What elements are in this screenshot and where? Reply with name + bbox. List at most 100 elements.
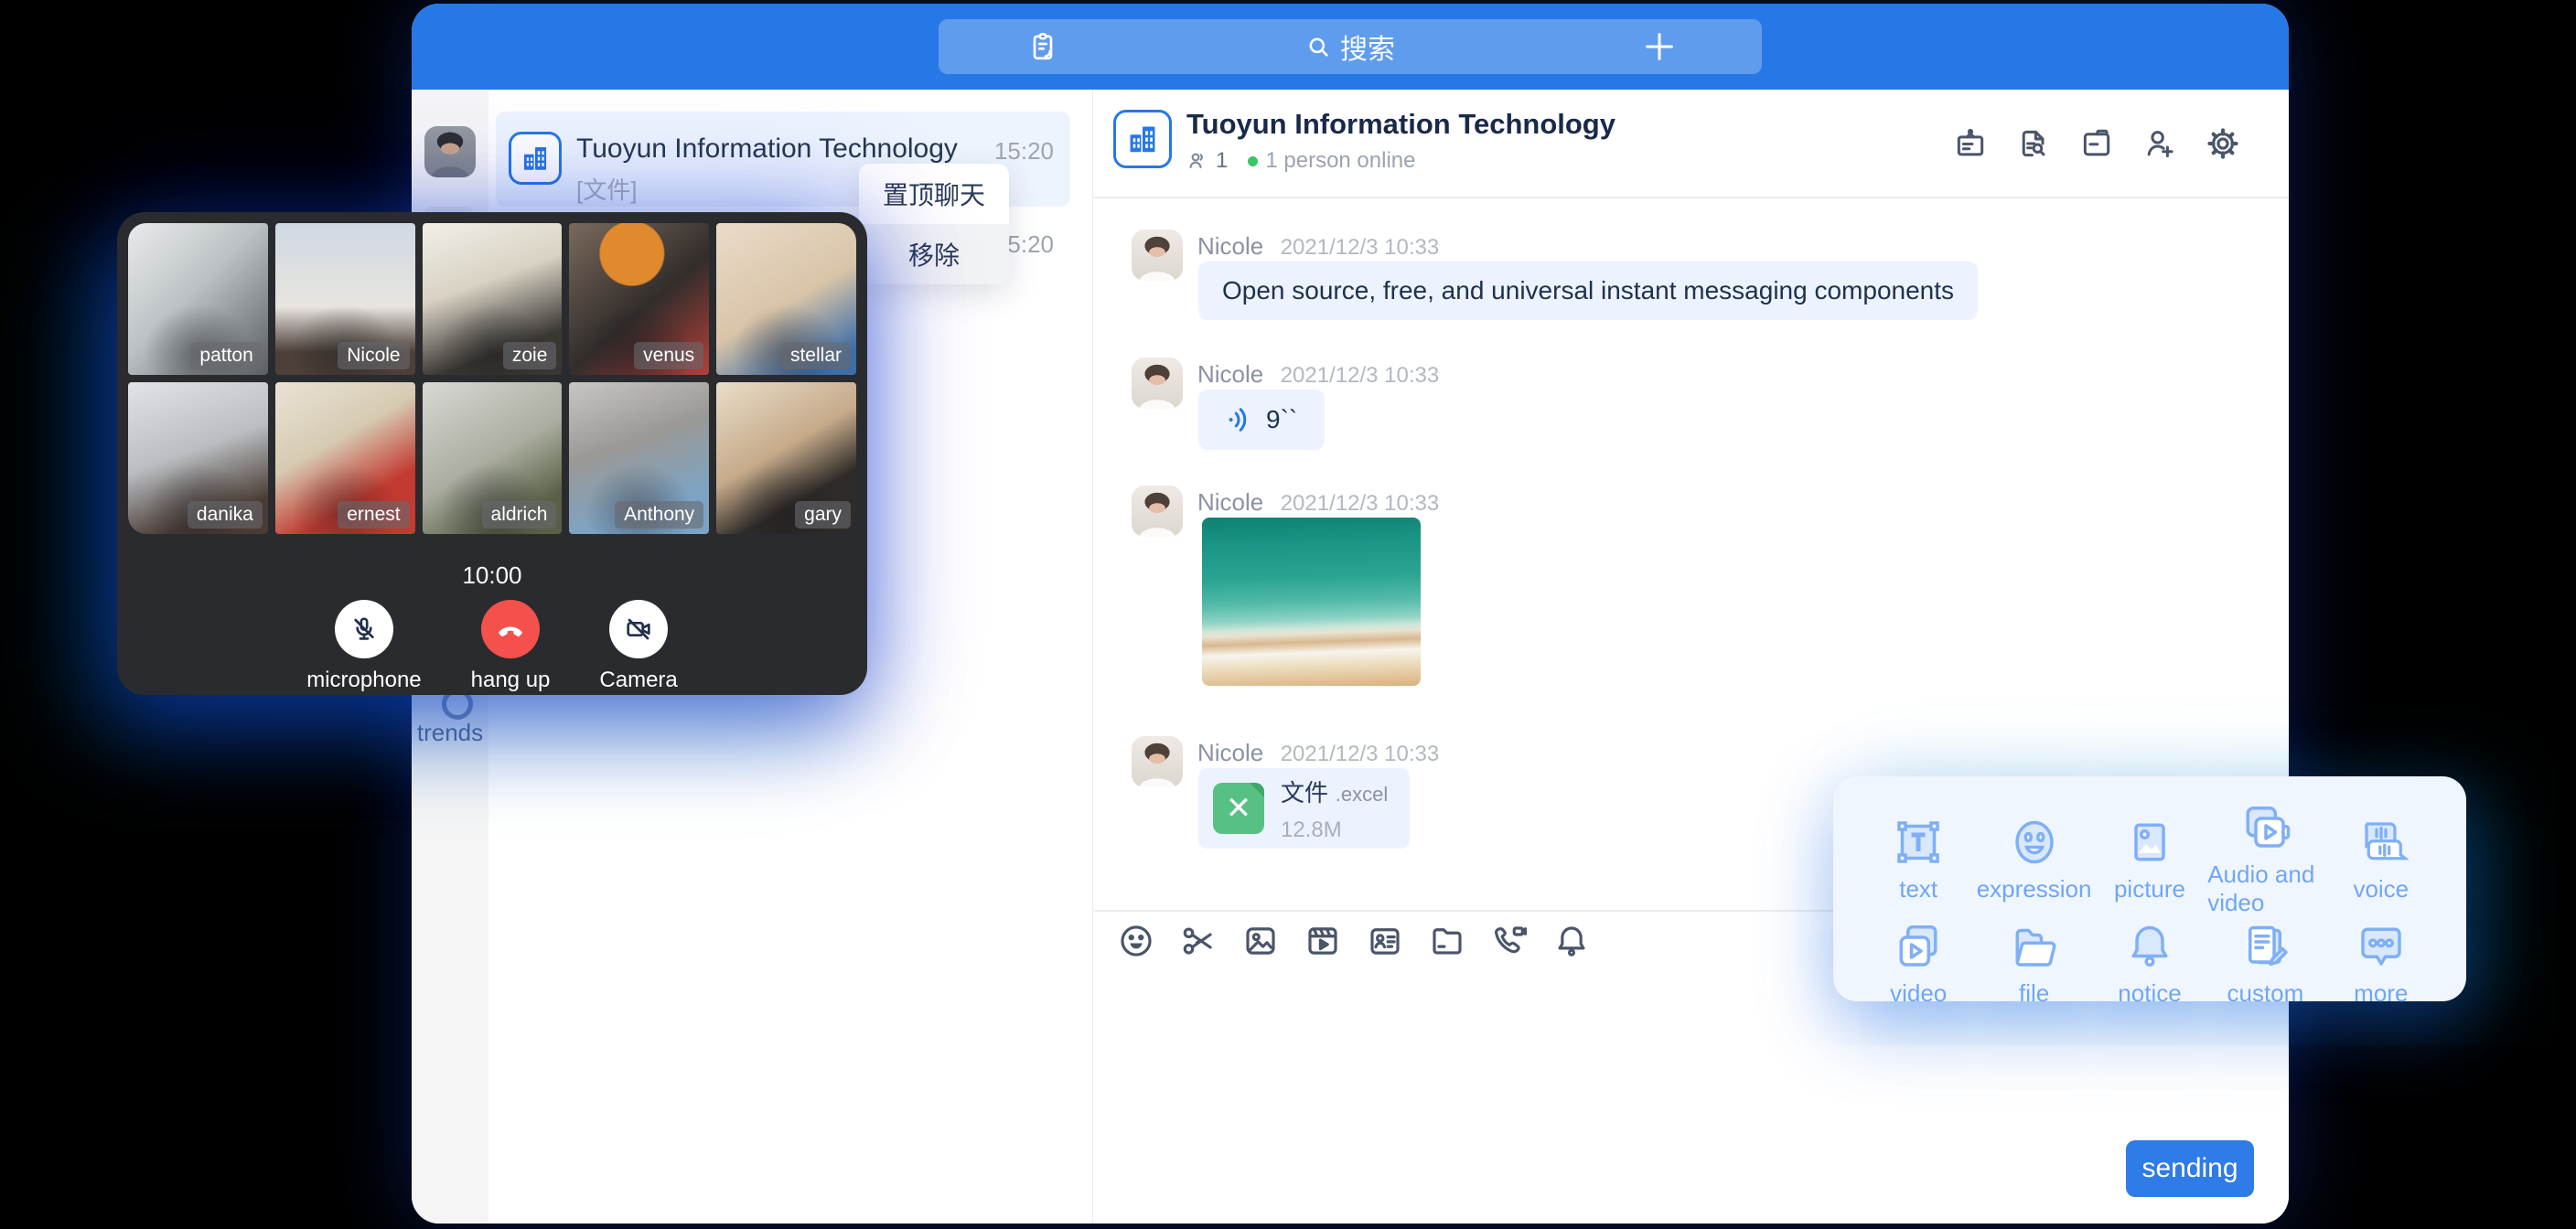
notice-board-icon[interactable] <box>1953 126 1988 161</box>
chat-panel: Tuoyun Information Technology 1 1 person… <box>1092 90 2289 1224</box>
search-placeholder: 搜索 <box>1340 27 1395 67</box>
participant-tile[interactable]: ernest <box>275 382 415 534</box>
picture-icon[interactable] <box>1241 922 1280 960</box>
panel-item-video[interactable]: video <box>1861 919 1976 1008</box>
panel-item-custom[interactable]: custom <box>2207 919 2323 1008</box>
message-time: 2021/12/3 10:33 <box>1281 491 1440 516</box>
participant-name: gary <box>795 501 851 529</box>
excel-file-icon: ✕ <box>1213 783 1264 834</box>
member-icon <box>1186 150 1208 172</box>
more-icon <box>2354 919 2409 974</box>
participant-name: patton <box>190 342 262 369</box>
panel-item-voice[interactable]: voice <box>2324 800 2439 917</box>
video-call-window: patton Nicole zoie venus stellar danika … <box>117 212 867 695</box>
avatar[interactable] <box>1132 358 1183 409</box>
plus-icon[interactable] <box>1641 28 1678 65</box>
conversation-time: 15:20 <box>994 137 1054 166</box>
building-icon <box>1125 122 1160 156</box>
message-meta: Nicole 2021/12/3 10:33 <box>1197 739 1439 767</box>
participant-name: venus <box>634 342 703 369</box>
participant-name: ernest <box>338 501 409 529</box>
participant-tile[interactable]: Anthony <box>569 382 709 534</box>
header-actions <box>1953 126 2240 161</box>
participant-tile[interactable]: danika <box>128 382 268 534</box>
participant-tile[interactable]: patton <box>128 223 268 375</box>
member-count: 1 <box>1216 148 1228 174</box>
avatar[interactable] <box>1132 736 1183 787</box>
video-icon <box>1891 919 1946 974</box>
message-time: 2021/12/3 10:33 <box>1281 235 1440 260</box>
image-message-beach-photo[interactable] <box>1202 518 1421 686</box>
panel-item-text[interactable]: text <box>1861 800 1976 917</box>
panel-item-expression[interactable]: expression <box>1976 800 2091 917</box>
notify-bell-icon[interactable] <box>1552 922 1591 960</box>
contact-card-icon[interactable] <box>1366 922 1404 960</box>
message-meta: Nicole 2021/12/3 10:33 <box>1197 360 1439 389</box>
voice-message-bubble[interactable]: 9`` <box>1198 390 1325 450</box>
participant-grid: patton Nicole zoie venus stellar danika … <box>128 223 856 534</box>
picture-light-icon <box>2122 815 2177 870</box>
sender-name: Nicole <box>1197 232 1263 260</box>
search-field[interactable]: 搜索 <box>939 27 1762 67</box>
sidebar-item-trends[interactable]: trends <box>412 719 488 747</box>
add-member-icon[interactable] <box>2142 126 2177 161</box>
menu-item-pin-chat[interactable]: 置顶聊天 <box>859 164 1009 224</box>
group-status-row: 1 1 person online <box>1186 148 1415 174</box>
file-ext: .excel <box>1336 783 1388 806</box>
panel-item-more[interactable]: more <box>2324 919 2439 1008</box>
custom-icon <box>2238 919 2292 974</box>
history-search-icon[interactable] <box>2016 126 2051 161</box>
folder-icon[interactable] <box>1428 922 1466 960</box>
participant-tile[interactable]: zoie <box>423 223 563 375</box>
participant-tile[interactable]: venus <box>569 223 709 375</box>
emoji-icon[interactable] <box>1117 922 1155 960</box>
camera-button[interactable]: Camera <box>599 600 677 693</box>
online-status: 1 person online <box>1265 148 1415 174</box>
file-name: 文件 <box>1281 779 1328 807</box>
screenshot-scissors-icon[interactable] <box>1179 922 1218 960</box>
search-bar[interactable]: 搜索 <box>939 19 1762 74</box>
camera-off-icon <box>624 614 653 644</box>
text-message-bubble[interactable]: Open source, free, and universal instant… <box>1198 262 1978 320</box>
message-meta: Nicole 2021/12/3 10:33 <box>1197 232 1439 261</box>
voice-icon <box>2354 815 2409 870</box>
send-button[interactable]: sending <box>2126 1140 2254 1197</box>
page-title: Tuoyun Information Technology <box>1186 108 1615 141</box>
context-menu: 置顶聊天 移除 <box>859 164 1009 284</box>
avatar[interactable] <box>424 126 476 177</box>
avatar[interactable] <box>1132 486 1183 537</box>
call-controls: microphone hang up Camera <box>117 600 867 693</box>
folder-icon[interactable] <box>2079 126 2114 161</box>
search-icon <box>1305 34 1331 59</box>
panel-item-file[interactable]: file <box>1976 919 2091 1008</box>
menu-item-remove[interactable]: 移除 <box>859 224 1009 284</box>
hang-up-button[interactable]: hang up <box>471 600 551 693</box>
message-meta: Nicole 2021/12/3 10:33 <box>1197 488 1439 517</box>
chat-header: Tuoyun Information Technology 1 1 person… <box>1093 90 2289 198</box>
microphone-button[interactable]: microphone <box>306 600 421 693</box>
sender-name: Nicole <box>1197 739 1263 766</box>
video-clip-icon[interactable] <box>1304 922 1342 960</box>
avatar[interactable] <box>1132 230 1183 281</box>
settings-gear-icon[interactable] <box>2206 126 2240 161</box>
panel-item-notice[interactable]: notice <box>2092 919 2207 1008</box>
panel-item-picture[interactable]: picture <box>2092 800 2207 917</box>
notice-bell-icon <box>2122 919 2177 974</box>
participant-tile[interactable]: gary <box>716 382 856 534</box>
building-icon <box>520 143 551 174</box>
notes-icon[interactable] <box>1026 30 1059 63</box>
participant-name: Anthony <box>615 501 703 529</box>
participant-name: zoie <box>503 342 557 369</box>
video-call-icon[interactable] <box>1490 922 1529 960</box>
message-type-panel: text expression picture Audio and video <box>1833 776 2466 1001</box>
panel-item-audio-video[interactable]: Audio and video <box>2207 800 2323 917</box>
participant-name: Nicole <box>338 342 409 369</box>
participant-tile[interactable]: Nicole <box>275 223 415 375</box>
sender-name: Nicole <box>1197 360 1263 388</box>
message-text: Open source, free, and universal instant… <box>1222 276 1954 305</box>
group-avatar <box>1113 110 1172 168</box>
participant-tile[interactable]: stellar <box>716 223 856 375</box>
file-message-bubble[interactable]: ✕ 文件 .excel 12.8M <box>1198 768 1410 849</box>
composer-toolbar <box>1117 922 1591 960</box>
participant-tile[interactable]: aldrich <box>423 382 563 534</box>
